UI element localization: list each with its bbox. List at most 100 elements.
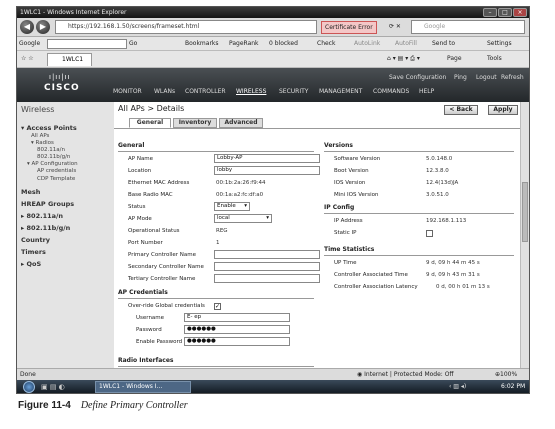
- boot-version-value: 12.3.8.0: [426, 168, 449, 174]
- google-search-input[interactable]: [47, 39, 127, 49]
- tab-advanced[interactable]: Advanced: [219, 118, 263, 128]
- refresh-stop-icons[interactable]: ⟳ ✕: [389, 21, 401, 33]
- password-field[interactable]: ●●●●●●: [184, 325, 290, 334]
- controller-associated-time-value: 9 d, 09 h 43 m 31 s: [426, 272, 480, 278]
- ethernet-mac-label: Ethernet MAC Address: [128, 180, 190, 186]
- operational-status-label: Operational Status: [128, 228, 180, 234]
- quick-launch-icons[interactable]: ▣ ▤ ◐: [41, 383, 65, 391]
- controller-associated-time-label: Controller Associated Time: [334, 272, 408, 278]
- ping-link[interactable]: Ping: [454, 74, 467, 81]
- menu-help[interactable]: HELP: [419, 88, 434, 95]
- tab-general[interactable]: General: [129, 118, 171, 128]
- sidebar-item-country[interactable]: Country: [21, 236, 50, 244]
- override-credentials-checkbox[interactable]: ✓: [214, 303, 221, 310]
- page-menu[interactable]: Page: [447, 53, 462, 65]
- menu-wlans[interactable]: WLANs: [154, 88, 175, 95]
- go-button[interactable]: Go: [129, 38, 137, 50]
- sidebar-item-ap-credentials[interactable]: AP credentials: [37, 168, 76, 174]
- menu-management[interactable]: MANAGEMENT: [319, 88, 362, 95]
- chevron-down-icon: ▾: [266, 215, 269, 221]
- scrollbar-thumb[interactable]: [522, 182, 528, 242]
- divider: [118, 366, 314, 367]
- menu-security[interactable]: SECURITY: [279, 88, 308, 95]
- sidebar-item-ap-config[interactable]: ▾ AP Configuration: [27, 161, 78, 167]
- sidebar-item-qos[interactable]: ▸ QoS: [21, 260, 41, 268]
- username-field[interactable]: E- ep: [184, 313, 290, 322]
- bookmarks-menu[interactable]: Bookmarks: [185, 38, 219, 50]
- logout-link[interactable]: Logout: [476, 74, 497, 81]
- sidebar-item-hreap[interactable]: HREAP Groups: [21, 200, 74, 208]
- google-label[interactable]: Google: [19, 38, 40, 50]
- send-to-button[interactable]: Send to: [432, 38, 455, 50]
- password-label: Password: [136, 327, 162, 333]
- minimize-button[interactable]: –: [483, 8, 497, 17]
- time-statistics-heading: Time Statistics: [324, 246, 375, 253]
- ap-name-field[interactable]: Lobby-AP: [214, 154, 320, 163]
- sidebar-item-802-11a[interactable]: ▸ 802.11a/n: [21, 212, 63, 220]
- figure-number: Figure 11-4: [18, 400, 71, 411]
- autofill-button[interactable]: AutoFill: [395, 38, 417, 50]
- tools-menu[interactable]: Tools: [487, 53, 502, 65]
- ios-version-value: 12.4(13d)JA: [426, 180, 459, 186]
- static-ip-checkbox[interactable]: [426, 230, 433, 237]
- taskbar-task-ie[interactable]: 1WLC1 - Windows I...: [95, 381, 191, 393]
- pagerank-label: PageRank: [229, 40, 259, 47]
- check-button[interactable]: Check: [317, 38, 335, 50]
- address-bar[interactable]: https://192.168.1.50/screens/frameset.ht…: [55, 20, 317, 34]
- sidebar-item-mesh[interactable]: Mesh: [21, 188, 40, 196]
- cisco-header: ı|ıı|ıı CISCO Save Configuration Ping Lo…: [17, 68, 529, 102]
- sidebar-item-radio-a[interactable]: 802.11a/n: [37, 147, 65, 153]
- cert-error-text: Certificate Error: [325, 24, 373, 31]
- enable-password-label: Enable Password: [136, 339, 183, 345]
- back-button[interactable]: < Back: [444, 105, 478, 115]
- ap-name-label: AP Name: [128, 156, 154, 162]
- window-title: 1WLC1 - Windows Internet Explorer: [20, 9, 127, 16]
- autolink-button[interactable]: AutoLink: [354, 38, 380, 50]
- apply-button[interactable]: Apply: [488, 105, 518, 115]
- tray-icons[interactable]: ‹ ▥ ◂): [449, 383, 466, 390]
- settings-button[interactable]: Settings: [487, 38, 512, 50]
- status-select[interactable]: Enable ▾: [214, 202, 250, 211]
- menu-commands[interactable]: COMMANDS: [373, 88, 409, 95]
- mini-ios-version-label: Mini IOS Version: [334, 192, 379, 198]
- start-button[interactable]: [23, 381, 35, 393]
- menu-monitor[interactable]: MONITOR: [113, 88, 142, 95]
- back-arrow-icon[interactable]: ◀: [20, 20, 34, 34]
- popup-blocked[interactable]: 0 blocked: [269, 38, 298, 50]
- save-configuration-link[interactable]: Save Configuration: [389, 74, 446, 81]
- screenshot: 1WLC1 - Windows Internet Explorer – □ × …: [16, 6, 530, 394]
- port-number-value: 1: [216, 240, 220, 246]
- cisco-logo: CISCO: [44, 83, 80, 93]
- favorites-star-icon[interactable]: ☆ ☆: [21, 53, 34, 65]
- location-field[interactable]: lobby: [214, 166, 320, 175]
- secondary-controller-field[interactable]: [214, 262, 320, 271]
- sidebar-item-all-aps[interactable]: All APs: [31, 133, 49, 139]
- sidebar-item-access-points[interactable]: ▾ Access Points: [21, 124, 77, 132]
- browser-tab[interactable]: 1WLC1: [47, 53, 93, 66]
- divider: [324, 213, 514, 214]
- close-button[interactable]: ×: [513, 8, 527, 17]
- tertiary-controller-field[interactable]: [214, 274, 320, 283]
- primary-controller-field[interactable]: [214, 250, 320, 259]
- sidebar-item-timers[interactable]: Timers: [21, 248, 46, 256]
- sidebar-item-cdp-template[interactable]: CDP Template: [37, 176, 75, 182]
- software-version-value: 5.0.148.0: [426, 156, 453, 162]
- base-radio-mac-value: 00:1a:a2:fc:df:a0: [216, 192, 264, 198]
- sidebar-item-radios[interactable]: ▾ Radios: [31, 140, 54, 146]
- certificate-error-badge[interactable]: Certificate Error: [321, 21, 377, 34]
- menu-controller[interactable]: CONTROLLER: [185, 88, 226, 95]
- ap-mode-select[interactable]: local ▾: [214, 214, 272, 223]
- vertical-scrollbar[interactable]: [520, 102, 529, 368]
- enable-password-field[interactable]: ●●●●●●: [184, 337, 290, 346]
- maximize-button[interactable]: □: [498, 8, 512, 17]
- divider: [324, 255, 514, 256]
- status-bar: Done ◉ Internet | Protected Mode: Off ⊕1…: [17, 368, 529, 380]
- search-box[interactable]: Google: [411, 20, 525, 34]
- home-feeds-print-icons[interactable]: ⌂ ▾ ▤ ▾ ⎙ ▾: [387, 53, 420, 65]
- sidebar-item-radio-bg[interactable]: 802.11b/g/n: [37, 154, 70, 160]
- forward-arrow-icon[interactable]: ▶: [36, 20, 50, 34]
- tab-inventory[interactable]: Inventory: [173, 118, 217, 128]
- refresh-link[interactable]: Refresh: [501, 74, 524, 81]
- sidebar-item-802-11bg[interactable]: ▸ 802.11b/g/n: [21, 224, 70, 232]
- menu-wireless[interactable]: WIRELESS: [236, 88, 266, 95]
